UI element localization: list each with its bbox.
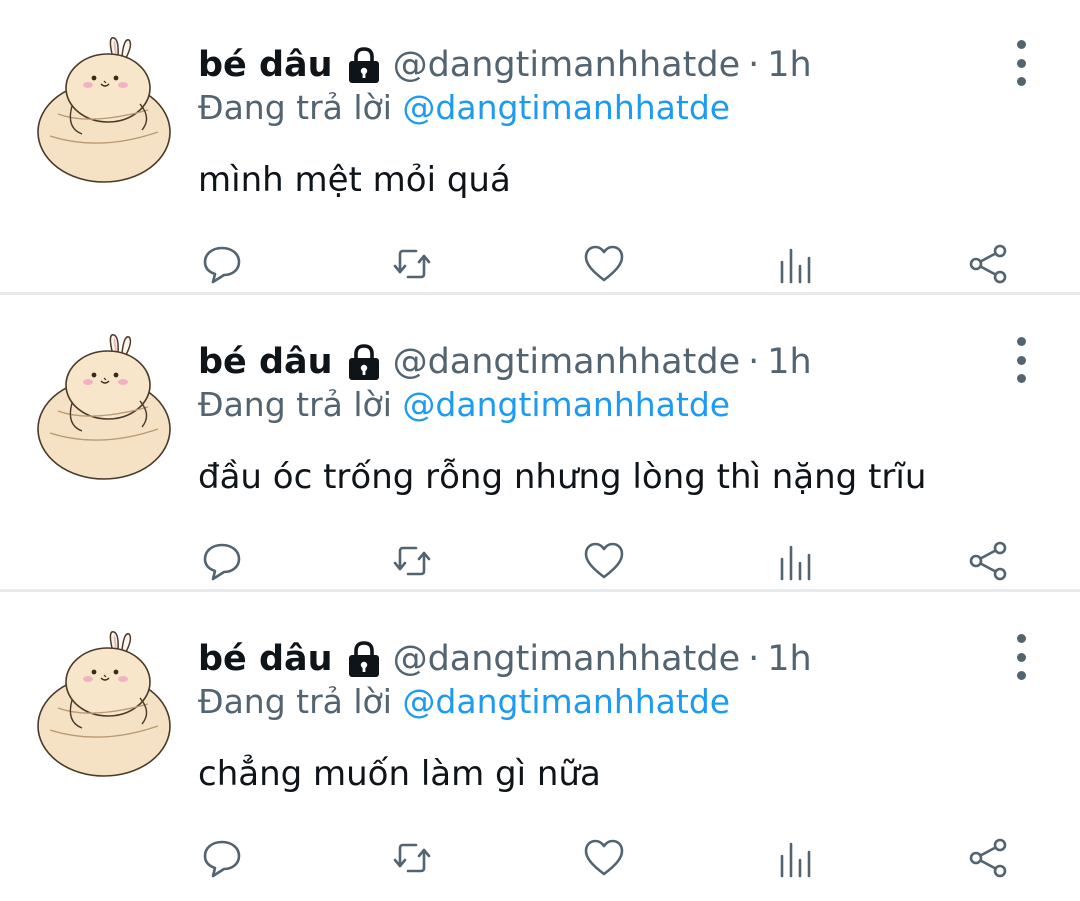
handle[interactable]: @dangtimanhhatde — [393, 342, 741, 382]
tweet-feed: bé dâu @dangtimanhhatde · 1h Đang trả lờ… — [0, 0, 1080, 901]
reply-button[interactable] — [194, 830, 250, 886]
reply-icon — [203, 840, 241, 878]
timestamp[interactable]: 1h — [767, 342, 811, 382]
retweet-icon — [393, 546, 431, 576]
reply-icon — [203, 246, 241, 284]
reply-mention[interactable]: @dangtimanhhatde — [402, 88, 730, 127]
more-vertical-icon[interactable] — [1004, 634, 1038, 680]
retweet-icon — [393, 249, 431, 279]
share-button[interactable] — [960, 236, 1016, 292]
retweet-button[interactable] — [384, 236, 440, 292]
analytics-icon — [780, 545, 811, 581]
avatar[interactable] — [30, 32, 178, 184]
reply-button[interactable] — [194, 533, 250, 589]
analytics-button[interactable] — [768, 830, 824, 886]
reply-prefix: Đang trả lời — [198, 682, 392, 721]
analytics-button[interactable] — [768, 533, 824, 589]
reply-icon — [203, 543, 241, 581]
retweet-button[interactable] — [384, 533, 440, 589]
tweet-actions — [0, 830, 1080, 886]
heart-icon — [584, 245, 624, 282]
reply-prefix: Đang trả lời — [198, 385, 392, 424]
tweet[interactable]: bé dâu @dangtimanhhatde · 1h Đang trả lờ… — [0, 594, 1080, 894]
heart-icon — [584, 542, 624, 579]
retweet-button[interactable] — [384, 830, 440, 886]
tweet-text: đầu óc trống rỗng nhưng lòng thì nặng tr… — [198, 457, 927, 497]
heart-icon — [584, 839, 624, 876]
separator: · — [748, 45, 760, 85]
share-button[interactable] — [960, 830, 1016, 886]
reply-mention[interactable]: @dangtimanhhatde — [402, 682, 730, 721]
lock-icon — [343, 45, 385, 85]
like-button[interactable] — [576, 236, 632, 292]
tweet-header: bé dâu @dangtimanhhatde · 1h — [198, 634, 812, 684]
retweet-icon — [393, 843, 431, 873]
tweet[interactable]: bé dâu @dangtimanhhatde · 1h Đang trả lờ… — [0, 0, 1080, 295]
analytics-icon — [780, 842, 811, 878]
tweet-actions — [0, 533, 1080, 589]
analytics-button[interactable] — [768, 236, 824, 292]
lock-icon — [343, 639, 385, 679]
reply-mention[interactable]: @dangtimanhhatde — [402, 385, 730, 424]
tweet[interactable]: bé dâu @dangtimanhhatde · 1h Đang trả lờ… — [0, 297, 1080, 592]
tweet-text: mình mệt mỏi quá — [198, 160, 511, 200]
more-vertical-icon[interactable] — [1004, 40, 1038, 86]
analytics-icon — [780, 248, 811, 284]
lock-icon — [343, 342, 385, 382]
separator: · — [748, 342, 760, 382]
timestamp[interactable]: 1h — [767, 45, 811, 85]
like-button[interactable] — [576, 830, 632, 886]
tweet-actions — [0, 236, 1080, 292]
tweet-text: chẳng muốn làm gì nữa — [198, 754, 601, 794]
share-icon — [969, 244, 1007, 284]
timestamp[interactable]: 1h — [767, 639, 811, 679]
tweet-header: bé dâu @dangtimanhhatde · 1h — [198, 40, 812, 90]
avatar[interactable] — [30, 626, 178, 778]
share-icon — [969, 541, 1007, 581]
display-name[interactable]: bé dâu — [198, 342, 333, 382]
like-button[interactable] — [576, 533, 632, 589]
replying-to: Đang trả lời @dangtimanhhatde — [198, 682, 730, 721]
reply-prefix: Đang trả lời — [198, 88, 392, 127]
share-icon — [969, 838, 1007, 878]
avatar[interactable] — [30, 329, 178, 481]
share-button[interactable] — [960, 533, 1016, 589]
replying-to: Đang trả lời @dangtimanhhatde — [198, 88, 730, 127]
display-name[interactable]: bé dâu — [198, 45, 333, 85]
tweet-header: bé dâu @dangtimanhhatde · 1h — [198, 337, 812, 387]
handle[interactable]: @dangtimanhhatde — [393, 45, 741, 85]
handle[interactable]: @dangtimanhhatde — [393, 639, 741, 679]
separator: · — [748, 639, 760, 679]
replying-to: Đang trả lời @dangtimanhhatde — [198, 385, 730, 424]
more-vertical-icon[interactable] — [1004, 337, 1038, 383]
display-name[interactable]: bé dâu — [198, 639, 333, 679]
reply-button[interactable] — [194, 236, 250, 292]
